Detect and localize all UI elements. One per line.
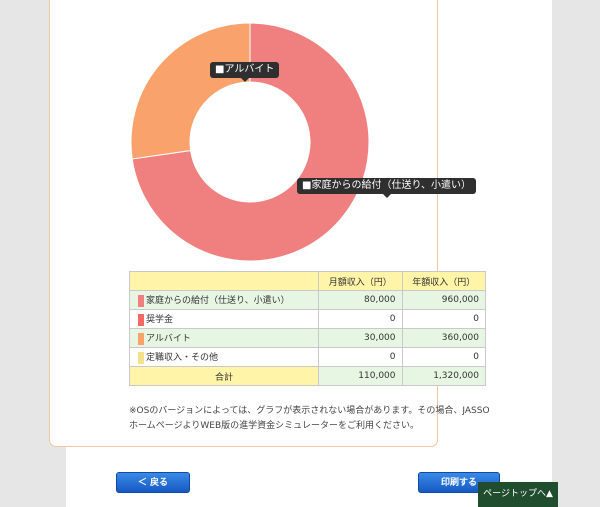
total-label: 合計 xyxy=(129,366,319,386)
row-label-cell: 奨学金 xyxy=(129,309,319,329)
row-monthly: 80,000 xyxy=(318,290,403,310)
table-header-blank xyxy=(129,271,319,291)
tooltip-arbeit: ■アルバイト xyxy=(210,62,280,82)
legend-swatch xyxy=(138,313,144,326)
row-annual: 960,000 xyxy=(401,290,486,310)
row-annual: 360,000 xyxy=(401,328,486,348)
row-label: 定職収入・その他 xyxy=(146,353,219,364)
row-monthly: 0 xyxy=(318,309,403,329)
row-annual: 0 xyxy=(401,347,486,367)
row-label-cell: アルバイト xyxy=(129,328,319,348)
row-monthly: 30,000 xyxy=(318,328,403,348)
os-version-note: ※OSのバージョンによっては、グラフが表示されない場合があります。その場合、JA… xyxy=(129,406,490,431)
income-table: 月額収入（円） 年額収入（円） 家庭からの給付（仕送り、小遣い） 80,000 … xyxy=(129,271,486,386)
row-monthly: 0 xyxy=(318,347,403,367)
donut-slice-2[interactable] xyxy=(130,22,251,160)
legend-swatch xyxy=(138,332,144,345)
row-label-cell: 家庭からの給付（仕送り、小遣い） xyxy=(129,290,319,310)
tooltip-family: ■家庭からの給付（仕送り、小遣い） xyxy=(297,178,477,198)
table-row: 家庭からの給付（仕送り、小遣い） 80,000 960,000 xyxy=(129,290,486,310)
row-label: アルバイト xyxy=(146,334,191,345)
legend-swatch xyxy=(138,351,144,364)
table-row: アルバイト 30,000 360,000 xyxy=(129,328,486,348)
table-header-monthly: 月額収入（円） xyxy=(318,271,403,291)
table-row: 定職収入・その他 0 0 xyxy=(129,347,486,367)
table-row: 奨学金 0 0 xyxy=(129,309,486,329)
back-button[interactable]: ＜ 戻る xyxy=(116,472,190,493)
total-monthly: 110,000 xyxy=(318,366,403,386)
table-total-row: 合計 110,000 1,320,000 xyxy=(129,366,486,386)
page-top-button[interactable]: ページトップへ▲ xyxy=(478,482,558,507)
total-annual: 1,320,000 xyxy=(401,366,486,386)
row-label-cell: 定職収入・その他 xyxy=(129,347,319,367)
row-annual: 0 xyxy=(401,309,486,329)
legend-swatch xyxy=(138,294,144,307)
table-header-row: 月額収入（円） 年額収入（円） xyxy=(129,271,486,291)
income-donut-chart xyxy=(130,22,370,262)
table-header-annual: 年額収入（円） xyxy=(401,271,486,291)
row-label: 奨学金 xyxy=(146,315,174,326)
row-label: 家庭からの給付（仕送り、小遣い） xyxy=(146,296,290,307)
